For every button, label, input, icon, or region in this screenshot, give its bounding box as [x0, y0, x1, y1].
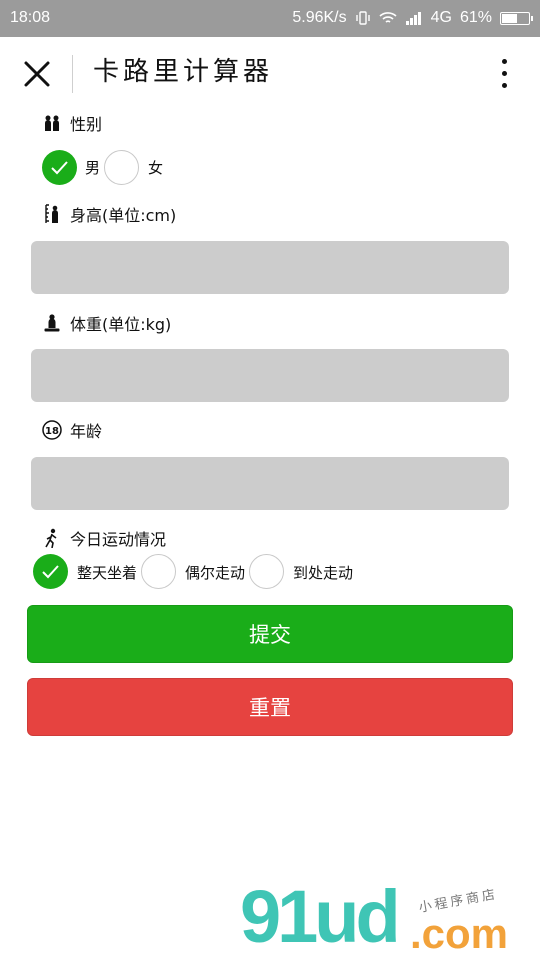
weight-input[interactable]: [31, 349, 509, 402]
reset-button[interactable]: 重置: [27, 678, 513, 736]
activity-occasional-radio[interactable]: [141, 554, 176, 589]
activity-sitting-label: 整天坐着: [77, 564, 138, 582]
height-input[interactable]: [31, 241, 509, 294]
watermark-brand: 91ud: [240, 875, 401, 958]
activity-active-radio[interactable]: [249, 554, 284, 589]
scale-person-icon: [42, 313, 62, 333]
submit-button[interactable]: 提交: [27, 605, 513, 663]
nav-bar: 卡路里计算器: [0, 37, 540, 111]
more-vertical-icon[interactable]: [494, 59, 514, 93]
activity-active-label: 到处走动: [293, 564, 354, 582]
activity-label: 今日运动情况: [42, 526, 166, 550]
weight-label: 体重(单位:kg): [42, 311, 171, 335]
battery-icon: [500, 11, 533, 25]
height-label: 身高(单位:cm): [42, 202, 176, 226]
activity-occasional-label: 偶尔走动: [185, 564, 246, 582]
watermark-domain: .com: [410, 910, 509, 957]
nav-divider: [72, 55, 73, 93]
wifi-icon: [379, 12, 397, 23]
gender-female-radio[interactable]: [104, 150, 139, 185]
network-type: 4G: [430, 9, 452, 26]
height-measure-icon: [42, 204, 62, 224]
walking-person-icon: [42, 528, 62, 548]
gender-label-text: 性别: [70, 115, 103, 134]
activity-label-text: 今日运动情况: [70, 530, 167, 549]
gender-male-label: 男: [85, 159, 101, 177]
status-indicators: 5.96K/s 4G 61%: [292, 9, 533, 27]
gender-female-label: 女: [148, 159, 164, 177]
watermark-logo: 91ud 小程序商店 .com: [240, 875, 540, 960]
age-label: 18 年龄: [42, 418, 102, 442]
activity-sitting-radio[interactable]: [33, 554, 68, 589]
battery-percent: 61%: [459, 9, 492, 26]
height-label-text: 身高(单位:cm): [70, 206, 177, 225]
signal-icon: [405, 12, 421, 25]
age-18-icon: 18: [42, 420, 62, 440]
close-icon[interactable]: [20, 57, 54, 91]
weight-label-text: 体重(单位:kg): [70, 315, 172, 334]
people-icon: [42, 113, 62, 133]
status-time: 18:08: [10, 9, 51, 26]
status-bar: 18:08 5.96K/s 4G 61%: [0, 0, 540, 37]
page-title: 卡路里计算器: [93, 57, 274, 87]
vibrate-icon: [355, 11, 370, 25]
svg-text:18: 18: [45, 426, 59, 437]
gender-male-radio[interactable]: [42, 150, 77, 185]
network-speed: 5.96K/s: [292, 9, 347, 26]
age-label-text: 年龄: [70, 422, 103, 441]
gender-label: 性别: [42, 111, 102, 135]
age-input[interactable]: [31, 457, 509, 510]
